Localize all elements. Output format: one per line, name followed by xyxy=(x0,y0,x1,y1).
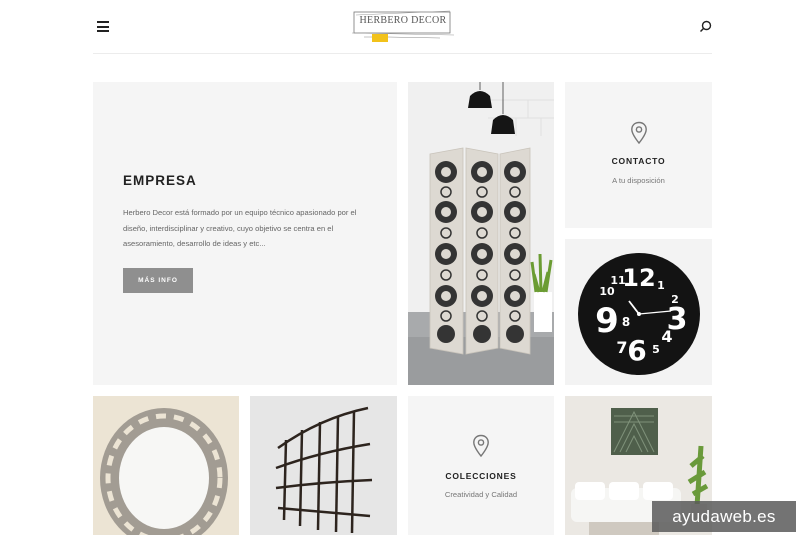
contacto-subtitle: A tu disposición xyxy=(612,176,665,185)
site-header: HERBERO DECOR xyxy=(0,0,800,54)
mirror-image xyxy=(93,396,239,535)
header-divider xyxy=(93,53,712,54)
shelf-image xyxy=(250,396,397,535)
map-pin-icon xyxy=(630,121,648,145)
clock-number-12: 12 xyxy=(622,264,655,292)
empresa-description: Herbero Decor está formado por un equipo… xyxy=(123,208,357,249)
mas-info-button[interactable]: MÁS INFO xyxy=(123,268,193,293)
colecciones-title: COLECCIONES xyxy=(445,471,517,481)
search-icon[interactable] xyxy=(699,20,712,33)
contacto-tile[interactable]: CONTACTO A tu disposición xyxy=(565,82,712,228)
clock-number-6: 6 xyxy=(627,334,646,367)
empresa-tile: EMPRESA Herbero Decor está formado por u… xyxy=(93,82,397,385)
site-logo[interactable]: HERBERO DECOR xyxy=(350,9,456,45)
mirror-image-tile[interactable] xyxy=(93,396,239,535)
map-pin-icon xyxy=(472,434,490,458)
contacto-title: CONTACTO xyxy=(611,156,666,166)
clock-number-11: 11 xyxy=(610,274,625,287)
clock-number-1: 1 xyxy=(657,279,665,292)
clock-number-4: 4 xyxy=(661,327,672,346)
folding-screen-image xyxy=(408,82,554,385)
hamburger-menu-icon[interactable] xyxy=(97,21,109,32)
empresa-title: EMPRESA xyxy=(123,173,197,188)
colecciones-tile[interactable]: COLECCIONES Creatividad y Calidad xyxy=(408,396,554,535)
wall-clock-image-tile[interactable]: 12 1 2 3 4 5 6 7 8 9 10 11 xyxy=(565,239,712,385)
logo-text: HERBERO DECOR xyxy=(359,15,447,26)
shelf-image-tile[interactable] xyxy=(250,396,397,535)
clock-number-5: 5 xyxy=(652,343,660,356)
colecciones-subtitle: Creatividad y Calidad xyxy=(444,490,518,499)
clock-number-8: 8 xyxy=(622,315,630,329)
wall-clock-image: 12 1 2 3 4 5 6 7 8 9 10 11 xyxy=(578,253,700,375)
clock-number-9: 9 xyxy=(595,301,619,341)
folding-screen-image-tile[interactable] xyxy=(408,82,554,385)
watermark-badge: ayudaweb.es xyxy=(652,501,796,532)
